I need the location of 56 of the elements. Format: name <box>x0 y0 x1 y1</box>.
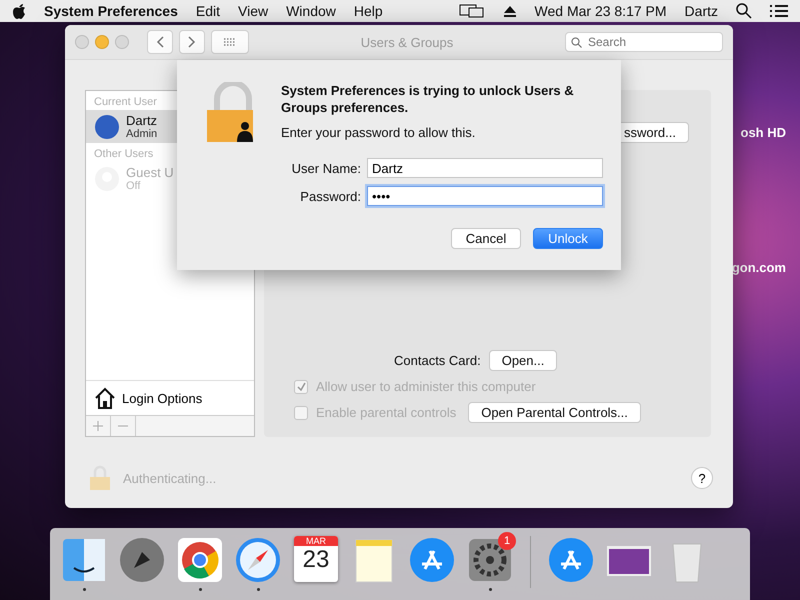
checkbox-label: Enable parental controls <box>316 405 456 420</box>
eject-icon[interactable] <box>502 5 517 17</box>
user-role: Off <box>126 180 142 192</box>
field-label: Password: <box>300 188 361 204</box>
dialog-message: Enter your password to allow this. <box>281 125 476 140</box>
compass-icon[interactable] <box>234 536 282 584</box>
checkbox-label: Allow user to administer this computer <box>316 379 536 394</box>
grid-icon <box>223 38 237 46</box>
help-button[interactable]: ? <box>691 467 713 489</box>
search-icon <box>571 37 582 48</box>
section-heading: Current User <box>93 95 158 110</box>
search-field[interactable]: Search <box>565 32 723 52</box>
cancel-button[interactable]: Cancel <box>451 228 521 249</box>
display-icon[interactable] <box>458 3 485 19</box>
desktop-label: gon.com <box>732 260 786 275</box>
section-heading: Other Users <box>93 147 154 162</box>
avatar-icon <box>94 114 120 140</box>
notification-badge: 1 <box>498 532 516 550</box>
contacts-label: Contacts Card: <box>394 353 481 368</box>
plus-icon <box>93 421 103 431</box>
forward-icon <box>188 36 196 48</box>
clock[interactable]: Wed Mar 23 8:17 PM <box>534 3 667 19</box>
field-label: User Name: <box>292 160 361 176</box>
app-store-icon[interactable] <box>408 536 456 584</box>
user-role: Admin <box>126 128 158 140</box>
back-icon <box>156 36 164 48</box>
user-name: Dartz <box>126 113 158 128</box>
app-store-icon[interactable] <box>547 536 595 584</box>
menu-item[interactable]: Help <box>354 3 383 19</box>
open-button[interactable]: Open... <box>488 350 558 371</box>
status-text: Authenticating... <box>123 470 216 486</box>
gear-icon[interactable] <box>466 536 514 584</box>
menu-item[interactable]: View <box>238 3 268 19</box>
back-button[interactable] <box>147 30 173 54</box>
desktop-label: osh HD <box>740 125 786 140</box>
forward-button[interactable] <box>179 30 205 54</box>
list-icon[interactable] <box>770 4 788 18</box>
user-name: Guest U <box>126 165 174 180</box>
search-icon[interactable] <box>736 3 752 19</box>
window-title: Users & Groups <box>360 34 454 50</box>
calendar-icon[interactable]: MAR 23 <box>294 536 338 582</box>
parental-controls-button[interactable]: Open Parental Controls... <box>468 402 641 423</box>
app-menu[interactable]: System Preferences <box>44 3 178 19</box>
house-icon <box>94 387 116 409</box>
grid-button[interactable] <box>211 30 249 54</box>
input-field[interactable]: •••• <box>367 186 603 206</box>
menu-item[interactable]: Edit <box>196 3 220 19</box>
input-field[interactable]: Dartz <box>367 158 603 178</box>
smiling-face-icon[interactable] <box>60 536 108 584</box>
dialog-title: System Preferences is trying to unlock Users & Groups preferences. <box>281 82 575 116</box>
minimize-button[interactable] <box>95 35 109 49</box>
user-name[interactable]: Dartz <box>684 3 718 19</box>
menu-item[interactable]: Window <box>286 3 336 19</box>
browser-logo-icon[interactable] <box>176 536 224 584</box>
apple-logo-icon[interactable] <box>12 3 26 19</box>
unlock-button[interactable]: Unlock <box>533 228 603 249</box>
